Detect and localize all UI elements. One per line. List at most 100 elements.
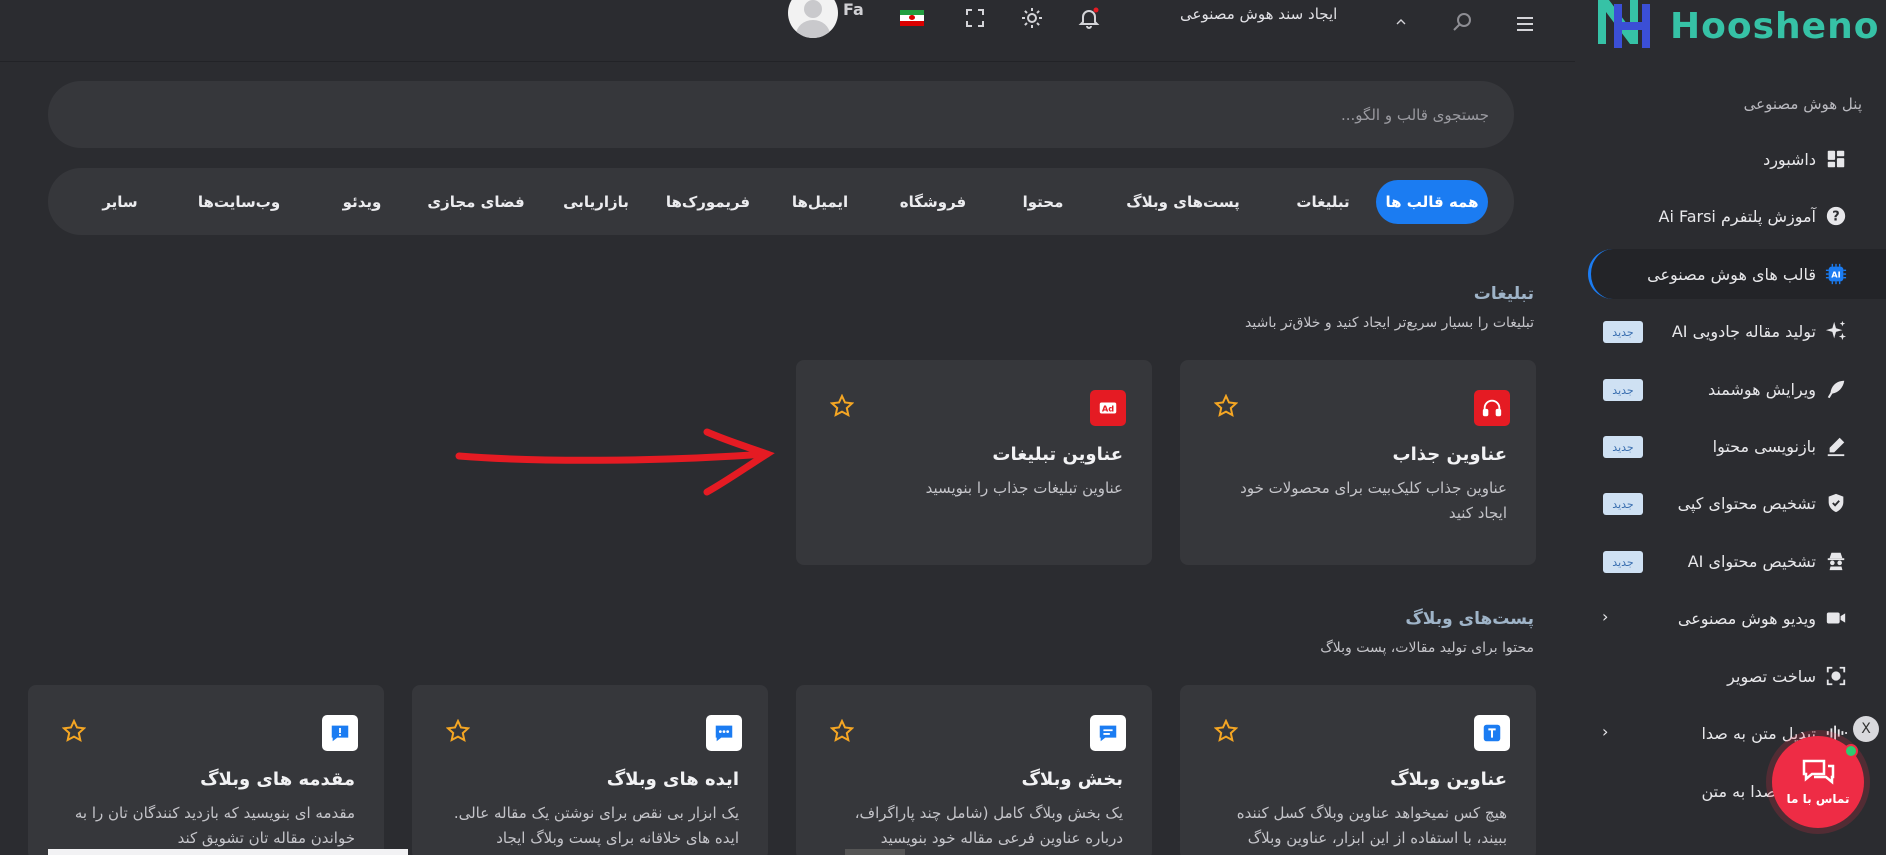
template-card[interactable]: عناوین وبلاگ هیچ کس نمیخواهد عناوین وبلا… [1180, 685, 1536, 855]
template-card[interactable]: ایده های وبلاگ یک ابزار بی نقص برای نوشت… [412, 685, 768, 855]
video-icon [1824, 606, 1848, 630]
section-title-ads: تبلیغات [1473, 284, 1534, 304]
comment-exclaim-icon [322, 715, 358, 751]
sidebar-item-label: ویرایش هوشمند [1708, 379, 1816, 399]
new-badge: جدید [1603, 321, 1643, 343]
template-card[interactable]: بخش وبلاگ یک بخش وبلاگ کامل (شامل چند پا… [796, 685, 1152, 855]
new-badge: جدید [1603, 436, 1643, 458]
sidebar-item-label: ویدیو هوش مصنوعی [1677, 608, 1816, 628]
iran-flag-icon[interactable] [900, 10, 924, 26]
card-title: عناوین جذاب [1392, 444, 1507, 465]
feather-icon [1824, 377, 1848, 401]
card-title: مقدمه های وبلاگ [200, 769, 355, 790]
logo[interactable]: Hoosheno [1590, 0, 1879, 56]
comment-dots-icon [706, 715, 742, 751]
scroll-thumb[interactable] [845, 849, 905, 855]
spy-icon [1824, 549, 1848, 573]
sun-icon[interactable] [1020, 0, 1044, 36]
section-title-blog: پست‌های وبلاگ [1405, 609, 1534, 629]
sidebar-item-magic-article[interactable]: جدید تولید مقاله جادویی AI [1586, 306, 1886, 356]
dashboard-icon [1824, 147, 1848, 171]
logo-text: Hoosheno [1670, 5, 1880, 47]
new-badge: جدید [1603, 551, 1643, 573]
tab-other[interactable]: سایر [90, 180, 150, 224]
card-description: عناوین جذاب کلیک‌بیت برای محصولات خود ای… [1240, 479, 1507, 522]
tab-all[interactable]: همه قالب ها [1376, 180, 1488, 224]
star-icon[interactable] [830, 394, 854, 418]
top-bar: Fa ایجاد سند هوش مصنوعی [0, 0, 1575, 62]
tab-frameworks[interactable]: فریمورک‌ها [658, 180, 758, 224]
card-description: هیچ کس نمیخواهد عناوین وبلاگ کسل کننده ب… [1236, 804, 1507, 847]
sidebar-item-label: آموزش پلتفرم Ai Farsi [1658, 206, 1817, 226]
star-icon[interactable] [446, 719, 470, 743]
logo-mark-icon [1590, 0, 1666, 56]
image-scan-icon [1824, 664, 1848, 688]
tab-video[interactable]: ویدئو [330, 180, 394, 224]
tab-content[interactable]: محتوا [1003, 180, 1083, 224]
svg-text:?: ? [1832, 210, 1839, 225]
category-tabs: همه قالب ها تبلیغات پست‌های وبلاگ محتوا … [48, 168, 1514, 235]
star-icon[interactable] [62, 719, 86, 743]
headphones-icon [1474, 390, 1510, 426]
star-icon[interactable] [1214, 394, 1238, 418]
section-subtitle-ads: تبلیغات را بسیار سریع‌تر ایجاد کنید و خل… [1245, 315, 1534, 331]
sparkles-icon [1824, 319, 1848, 343]
chevron-right-icon: › [1602, 722, 1609, 741]
sidebar-item-rewrite[interactable]: جدید بازنویسی محتوا [1586, 421, 1886, 471]
template-card[interactable]: عناوین جذاب عناوین جذاب کلیک‌بیت برای مح… [1180, 360, 1536, 565]
card-title: بخش وبلاگ [1021, 769, 1124, 790]
template-search [48, 81, 1514, 148]
language-label[interactable]: Fa [843, 0, 864, 19]
new-badge: جدید [1603, 379, 1643, 401]
card-title: عناوین وبلاگ [1390, 769, 1507, 790]
search-icon[interactable] [1450, 4, 1474, 40]
template-card[interactable]: Ad عناوین تبلیغات عناوین تبلیغات جذاب را… [796, 360, 1152, 565]
tab-websites[interactable]: وب‌سایت‌ها [184, 180, 294, 224]
template-card[interactable]: مقدمه های وبلاگ مقدمه ای بنویسید که بازد… [28, 685, 384, 855]
horizontal-scrollbar[interactable] [48, 849, 408, 855]
user-avatar[interactable] [788, 0, 838, 38]
comment-lines-icon [1090, 715, 1126, 751]
star-icon[interactable] [1214, 719, 1238, 743]
tab-blog-posts[interactable]: پست‌های وبلاگ [1123, 180, 1243, 224]
star-icon[interactable] [830, 719, 854, 743]
sidebar-item-label: تشخیص محتوای AI [1687, 551, 1816, 571]
card-description: مقدمه ای بنویسید که بازدید کنندگان تان ر… [74, 804, 355, 847]
card-description: یک بخش وبلاگ کامل (شامل چند پاراگراف، در… [854, 804, 1123, 847]
online-dot [1844, 744, 1858, 758]
tab-ads[interactable]: تبلیغات [1283, 180, 1363, 224]
card-description: یک ابزار بی نقص برای نوشتن یک مقاله عالی… [453, 804, 739, 847]
contact-us-label: تماس با ما [1786, 792, 1850, 806]
svg-text:Ad: Ad [1102, 404, 1114, 414]
sidebar-item-label: بازنویسی محتوا [1712, 436, 1816, 456]
sidebar-item-label: داشبورد [1763, 149, 1816, 169]
text-icon [1474, 715, 1510, 751]
chat-close-button[interactable]: X [1853, 716, 1879, 742]
sidebar-item-image-gen[interactable]: ساخت تصویر [1586, 651, 1886, 701]
fullscreen-icon[interactable] [963, 0, 987, 36]
chevron-up-icon[interactable] [1393, 4, 1409, 40]
tab-emails[interactable]: ایمیل‌ها [775, 180, 865, 224]
sidebar-item-ai-detector[interactable]: جدید تشخیص محتوای AI [1586, 536, 1886, 586]
card-description: عناوین تبلیغات جذاب را بنویسید [925, 479, 1123, 497]
sidebar-item-plagiarism[interactable]: جدید تشخیص محتوای کپی [1586, 478, 1886, 528]
sidebar-item-dashboard[interactable]: داشبورد [1586, 134, 1886, 184]
sidebar-item-ai-video[interactable]: › ویدیو هوش مصنوعی [1586, 593, 1886, 643]
sidebar-item-label: تولید مقاله جادویی AI [1671, 321, 1816, 341]
tab-marketing[interactable]: بازاریابی [551, 180, 641, 224]
bell-icon[interactable] [1077, 0, 1101, 36]
search-input[interactable] [48, 81, 1514, 148]
sidebar: Hoosheno پنل هوش مصنوعی داشبورد ? آموزش … [1575, 0, 1886, 855]
tab-store[interactable]: فروشگاه [888, 180, 978, 224]
menu-icon[interactable] [1513, 6, 1537, 42]
tab-social-media[interactable]: فضای مجازی [421, 180, 531, 224]
ai-chip-icon: AI [1824, 262, 1848, 286]
ad-icon: Ad [1090, 390, 1126, 426]
help-icon: ? [1824, 204, 1848, 228]
sidebar-item-tutorial[interactable]: ? آموزش پلتفرم Ai Farsi [1586, 191, 1886, 241]
sidebar-item-label: ساخت تصویر [1727, 666, 1816, 686]
contact-us-button[interactable]: تماس با ما [1772, 736, 1864, 828]
sidebar-item-ai-templates[interactable]: AI قالب های هوش مصنوعی [1588, 249, 1886, 299]
svg-text:AI: AI [1831, 270, 1840, 280]
sidebar-item-smart-edit[interactable]: جدید ویرایش هوشمند [1586, 364, 1886, 414]
